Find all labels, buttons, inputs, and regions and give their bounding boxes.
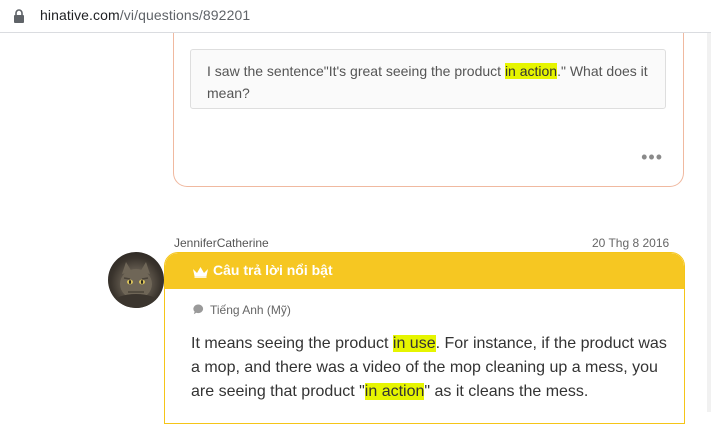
- scrollbar[interactable]: [707, 33, 711, 412]
- crown-icon: [193, 267, 208, 278]
- answer-highlight-1: in use: [392, 335, 436, 352]
- answer-date: 20 Thg 8 2016: [592, 236, 670, 250]
- answer-language: Tiếng Anh (Mỹ): [193, 303, 291, 317]
- answer-author[interactable]: JenniferCatherine: [174, 236, 269, 250]
- answer-highlight-2: in action: [364, 383, 425, 400]
- more-options-icon[interactable]: •••: [641, 148, 663, 166]
- question-box: I saw the sentence"It's great seeing the…: [190, 49, 666, 109]
- question-highlight: in action: [504, 63, 558, 79]
- url-text[interactable]: hinative.com/vi/questions/892201: [40, 7, 250, 23]
- answer-text-part3: " as it cleans the mess.: [424, 383, 589, 400]
- featured-answer-card: Câu trả lời nổi bật Tiếng Anh (Mỹ) It me…: [164, 252, 685, 424]
- url-host: hinative.com: [40, 7, 120, 23]
- speech-bubble-icon: [193, 304, 204, 315]
- featured-answer-label: Câu trả lời nổi bật: [213, 262, 333, 278]
- answer-language-label: Tiếng Anh (Mỹ): [210, 303, 291, 317]
- avatar[interactable]: [108, 252, 164, 308]
- cat-avatar-image: [114, 262, 158, 308]
- lock-icon: [14, 9, 24, 23]
- answer-text-part1: It means seeing the product: [191, 335, 393, 352]
- url-path: /vi/questions/892201: [119, 7, 251, 23]
- question-text: I saw the sentence"It's great seeing the…: [207, 60, 657, 104]
- browser-address-bar[interactable]: hinative.com/vi/questions/892201: [0, 0, 711, 33]
- question-card: I saw the sentence"It's great seeing the…: [173, 33, 684, 187]
- page-content: I saw the sentence"It's great seeing the…: [0, 33, 711, 424]
- answer-text: It means seeing the product in use. For …: [191, 332, 671, 404]
- featured-answer-header: Câu trả lời nổi bật: [165, 253, 684, 289]
- question-text-before: I saw the sentence"It's great seeing the…: [207, 63, 505, 79]
